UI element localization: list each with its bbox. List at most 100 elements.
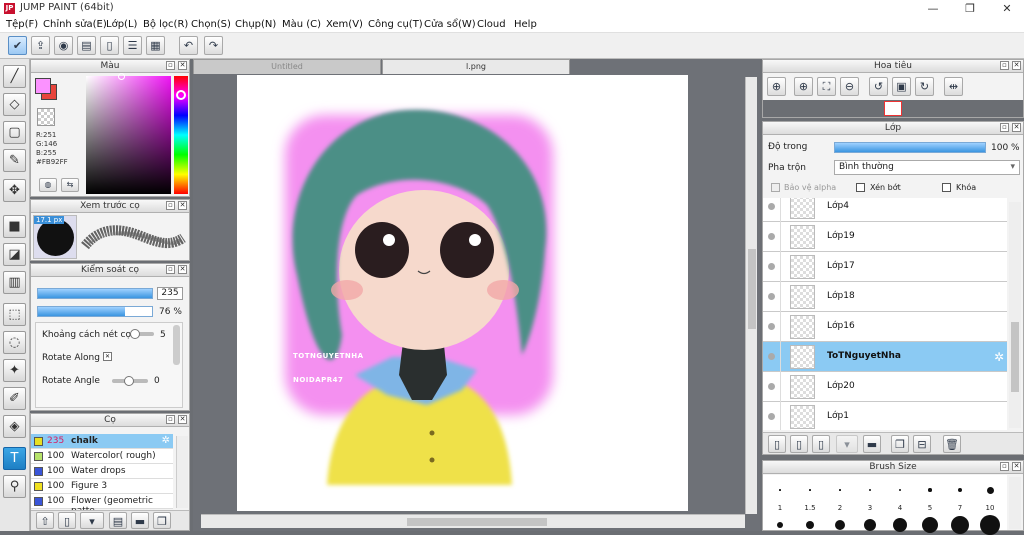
- brush-size-dot[interactable]: [835, 520, 845, 530]
- lasso-icon[interactable]: ◌: [3, 331, 26, 354]
- lock-checkbox[interactable]: [942, 183, 951, 192]
- merge-layer-icon[interactable]: ⊟: [913, 435, 931, 453]
- panel-close-icon[interactable]: ✕: [178, 201, 187, 210]
- menu-layer[interactable]: Lớp(L): [106, 19, 137, 30]
- layer-row[interactable]: Lớp19: [763, 222, 1007, 252]
- close-button[interactable]: ✕: [990, 0, 1024, 17]
- panel-close-icon[interactable]: ✕: [178, 415, 187, 424]
- panel-float-icon[interactable]: ▫: [166, 415, 175, 424]
- brush-menu-icon[interactable]: ▾: [80, 512, 104, 529]
- brush-size-dot[interactable]: [893, 518, 907, 532]
- panel-float-icon[interactable]: ▫: [166, 265, 175, 274]
- reset-rotation-icon[interactable]: ▣: [892, 77, 911, 96]
- menu-cloud[interactable]: Cloud: [477, 19, 506, 30]
- eye-icon[interactable]: [768, 263, 775, 270]
- menu-help[interactable]: Help: [514, 19, 537, 30]
- tab-l-png[interactable]: l.png: [382, 59, 570, 74]
- horizontal-scrollbar[interactable]: [201, 514, 745, 528]
- eye-icon[interactable]: [768, 353, 775, 360]
- panel-float-icon[interactable]: ▫: [1000, 123, 1009, 132]
- menu-filter[interactable]: Bộ lọc(R): [143, 19, 188, 30]
- menu-file[interactable]: Tệp(F): [6, 19, 38, 30]
- brush-size-value[interactable]: 235: [157, 287, 183, 300]
- brush-size-dot[interactable]: [839, 489, 841, 491]
- trash-icon[interactable]: 🗑: [943, 435, 961, 453]
- spacing-slider[interactable]: [130, 329, 154, 339]
- redo-icon[interactable]: ↷: [204, 36, 223, 55]
- new-layer-8bit-icon[interactable]: ▯: [790, 435, 808, 453]
- folder-icon[interactable]: ▬: [131, 512, 149, 529]
- brush-size-slider[interactable]: [37, 288, 153, 299]
- primary-color-swatch[interactable]: [35, 78, 51, 94]
- brush-size-dot[interactable]: [777, 522, 783, 528]
- new-brush-icon[interactable]: ▯: [58, 512, 76, 529]
- navigator-viewport[interactable]: [884, 101, 902, 116]
- move-icon[interactable]: ✥: [3, 179, 26, 202]
- brush-list-item[interactable]: 100 Water drops: [31, 464, 173, 479]
- share-icon[interactable]: ⇪: [31, 36, 50, 55]
- brush-size-scrollbar[interactable]: [1009, 477, 1021, 529]
- zoom-in-icon[interactable]: ⊕: [767, 77, 786, 96]
- new-layer-1bit-icon[interactable]: ▯: [812, 435, 830, 453]
- color-picker-cursor[interactable]: [118, 73, 125, 80]
- panel-close-icon[interactable]: ✕: [178, 61, 187, 70]
- vertical-scroll-thumb[interactable]: [748, 249, 756, 329]
- brush-icon[interactable]: ╱: [3, 65, 26, 88]
- eye-icon[interactable]: [768, 293, 775, 300]
- layer-list-scrollbar[interactable]: [1009, 202, 1021, 428]
- panel-close-icon[interactable]: ✕: [178, 265, 187, 274]
- flip-icon[interactable]: ⇹: [944, 77, 963, 96]
- comment-icon[interactable]: ◉: [54, 36, 73, 55]
- hue-slider[interactable]: [174, 76, 188, 194]
- pen-icon[interactable]: ✎: [3, 149, 26, 172]
- brush-size-dot[interactable]: [986, 486, 994, 494]
- add-layer-menu-icon[interactable]: ▾: [836, 435, 858, 453]
- fill-rect-icon[interactable]: ■: [3, 215, 26, 238]
- brush-list-item[interactable]: 100 Figure 3: [31, 479, 173, 494]
- brush-list-item[interactable]: 100 Watercolor( rough): [31, 449, 173, 464]
- menu-tools[interactable]: Công cụ(T): [368, 19, 423, 30]
- undo-icon[interactable]: ↶: [179, 36, 198, 55]
- rotate-right-icon[interactable]: ↻: [915, 77, 934, 96]
- new-layer-icon[interactable]: ▯: [768, 435, 786, 453]
- zoom-out-icon[interactable]: ⊖: [840, 77, 859, 96]
- panel-float-icon[interactable]: ▫: [1000, 61, 1009, 70]
- grid-edit-icon[interactable]: ▦: [146, 36, 165, 55]
- rotate-angle-knob[interactable]: [124, 376, 134, 386]
- brush-size-dot[interactable]: [928, 488, 932, 492]
- vertical-scrollbar[interactable]: [745, 77, 757, 514]
- magic-wand-icon[interactable]: ✦: [3, 359, 26, 382]
- text-icon[interactable]: T: [3, 447, 26, 470]
- brush-size-dot[interactable]: [868, 488, 872, 492]
- rectangle-select-icon[interactable]: ▢: [3, 121, 26, 144]
- protect-alpha-checkbox[interactable]: [771, 183, 780, 192]
- navigator-preview[interactable]: [763, 100, 1023, 117]
- brush-size-dot[interactable]: [779, 489, 781, 491]
- select-pen-icon[interactable]: ✐: [3, 387, 26, 410]
- brush-opacity-slider[interactable]: [37, 306, 153, 317]
- layer-row[interactable]: Lớp17: [763, 252, 1007, 282]
- eyedropper-icon[interactable]: ⚲: [3, 475, 26, 498]
- brush-list-item[interactable]: 100 Flower (geometric patte: [31, 494, 173, 510]
- dotted-select-icon[interactable]: ⬚: [3, 303, 26, 326]
- rotate-left-icon[interactable]: ↺: [869, 77, 888, 96]
- menu-view[interactable]: Xem(V): [326, 19, 363, 30]
- maximize-button[interactable]: ❐: [953, 0, 987, 17]
- upload-brush-icon[interactable]: ⇧: [36, 512, 54, 529]
- brush-size-dot[interactable]: [864, 519, 876, 531]
- spacing-knob[interactable]: [130, 329, 140, 339]
- menu-edit[interactable]: Chỉnh sửa(E): [43, 19, 107, 30]
- eraser-icon[interactable]: ◇: [3, 93, 26, 116]
- rotate-along-checkbox[interactable]: ✕: [103, 352, 112, 361]
- brush-list-scrollbar[interactable]: [176, 436, 188, 508]
- layer-row[interactable]: Lớp16: [763, 312, 1007, 342]
- clipping-checkbox[interactable]: [856, 183, 865, 192]
- duplicate-layer-icon[interactable]: ❐: [891, 435, 909, 453]
- palette-icon[interactable]: ◍: [39, 178, 57, 192]
- layer-row[interactable]: Lớp4: [763, 198, 1007, 222]
- brush-settings-icon[interactable]: ▤: [109, 512, 127, 529]
- minimize-button[interactable]: —: [916, 0, 950, 17]
- tab-untitled[interactable]: Untitled: [193, 59, 381, 74]
- panel-float-icon[interactable]: ▫: [166, 201, 175, 210]
- blend-mode-select[interactable]: Bình thường ▾: [834, 160, 1020, 175]
